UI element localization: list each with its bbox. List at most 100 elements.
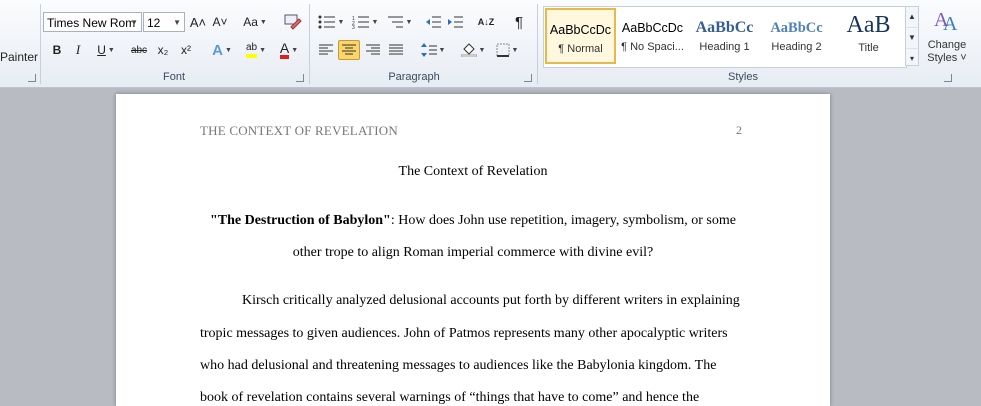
- svg-text:A: A: [943, 13, 958, 34]
- font-name-combo[interactable]: Times New Rom ▼: [43, 12, 142, 32]
- page-number: 2: [736, 123, 742, 137]
- clear-formatting-icon: [284, 14, 302, 30]
- font-size-combo[interactable]: 12 ▼: [143, 12, 185, 32]
- grow-font-button[interactable]: A˄: [188, 12, 208, 32]
- change-styles-icon: A A: [934, 9, 958, 35]
- chevron-down-icon: ▼: [371, 18, 379, 26]
- line-spacing-button[interactable]: ▼: [418, 40, 448, 60]
- gallery-up-button[interactable]: ▲: [906, 7, 918, 28]
- borders-button[interactable]: ▼: [492, 40, 522, 60]
- running-head: THE CONTEXT OF REVELATION: [200, 123, 398, 138]
- sort-button[interactable]: A↓Z: [475, 12, 497, 32]
- style-heading-1[interactable]: AaBbCс Heading 1: [689, 8, 760, 64]
- align-right-button[interactable]: [363, 40, 383, 60]
- font-color-label: A: [279, 41, 290, 59]
- body-line: book of revelation contains several warn…: [200, 390, 700, 405]
- align-left-button[interactable]: [316, 40, 336, 60]
- change-styles-button[interactable]: A A Change Styles ˅: [922, 6, 972, 68]
- style-preview: AaBbCcDc: [621, 21, 684, 35]
- chevron-down-icon: ▼: [438, 46, 446, 54]
- chevron-down-icon: ▼: [478, 46, 486, 54]
- highlight-label: ab: [245, 42, 258, 58]
- clipboard-dialog-launcher[interactable]: [28, 74, 36, 82]
- body-line: tropic messages to given audiences. John…: [200, 326, 728, 341]
- chevron-down-icon: ▼: [405, 18, 413, 26]
- change-styles-label-1: Change: [927, 39, 967, 51]
- style-preview: AaBbCcDc: [549, 23, 612, 37]
- decrease-indent-button[interactable]: [424, 12, 442, 32]
- strikethrough-button[interactable]: abc: [128, 40, 150, 60]
- align-left-icon: [319, 44, 333, 55]
- style-name: Heading 2: [771, 41, 822, 53]
- justify-icon: [389, 44, 403, 55]
- body-line: Kirsch critically analyzed delusional ac…: [242, 293, 740, 308]
- decrease-indent-icon: [426, 16, 441, 28]
- style-preview: AaBbCс: [695, 19, 754, 36]
- bullet-list-icon: [318, 15, 335, 29]
- multilevel-list-button[interactable]: ▼: [384, 12, 414, 32]
- style-name: ¶ No Spaci...: [621, 41, 684, 53]
- style-name: ¶ Normal: [558, 43, 603, 55]
- italic-button[interactable]: I: [69, 40, 87, 60]
- font-dialog-launcher[interactable]: [296, 74, 304, 82]
- shading-button[interactable]: ▼: [458, 40, 488, 60]
- paint-bucket-icon: [460, 43, 477, 57]
- gallery-down-button[interactable]: ▼: [906, 28, 918, 49]
- question-line-1: "The Destruction of Babylon": How does J…: [116, 213, 830, 229]
- show-formatting-button[interactable]: ¶: [510, 12, 528, 32]
- style-preview: AaBbCc: [770, 20, 823, 36]
- subscript-button[interactable]: x₂: [153, 40, 173, 60]
- chevron-down-icon: ▼: [173, 18, 181, 27]
- font-size-value: 12: [147, 16, 161, 30]
- superscript-button[interactable]: x²: [176, 40, 196, 60]
- gallery-scroll: ▲ ▼ ▾: [905, 6, 919, 66]
- chevron-down-icon: ▼: [259, 18, 267, 26]
- bullets-button[interactable]: ▼: [316, 12, 346, 32]
- text-effects-label: A: [212, 41, 223, 59]
- style-heading-2[interactable]: AaBbCc Heading 2: [761, 8, 832, 64]
- document-page[interactable]: THE CONTEXT OF REVELATION 2 The Context …: [116, 94, 830, 406]
- ribbon: Painter Times New Rom ▼ 12 ▼ A˄ A˅ Aa ▼ B…: [0, 0, 981, 88]
- align-center-button[interactable]: [338, 40, 360, 60]
- style-normal[interactable]: AaBbCcDc ¶ Normal: [545, 8, 616, 64]
- multilevel-list-icon: [387, 16, 403, 28]
- style-preview: AaB: [846, 12, 891, 38]
- styles-group-label: Styles: [728, 71, 758, 83]
- clear-formatting-button[interactable]: [282, 12, 304, 32]
- font-name-value: Times New Rom: [47, 16, 136, 30]
- change-case-label: Aa: [243, 15, 258, 29]
- font-color-button[interactable]: A ▼: [275, 40, 303, 60]
- shrink-font-button[interactable]: A˅: [210, 12, 230, 32]
- increase-indent-icon: [448, 16, 463, 28]
- style-name: Title: [858, 42, 879, 54]
- numbered-list-icon: 123: [352, 16, 369, 29]
- underline-label: U: [97, 43, 106, 57]
- style-name: Heading 1: [699, 41, 750, 53]
- increase-indent-button[interactable]: [446, 12, 464, 32]
- font-group-label: Font: [162, 71, 185, 83]
- paragraph-dialog-launcher[interactable]: [524, 74, 532, 82]
- chevron-down-icon: ▼: [511, 46, 519, 54]
- highlight-color-button[interactable]: ab ▼: [240, 40, 272, 60]
- bold-button[interactable]: B: [48, 40, 66, 60]
- format-painter-button[interactable]: Painter: [0, 50, 38, 64]
- text-effects-button[interactable]: A ▼: [208, 40, 236, 60]
- justify-button[interactable]: [386, 40, 406, 60]
- question-text: : How does John use repetition, imagery,…: [390, 213, 736, 228]
- style-no-spacing[interactable]: AaBbCcDc ¶ No Spaci...: [617, 8, 688, 64]
- gallery-more-button[interactable]: ▾: [906, 49, 918, 69]
- styles-dialog-launcher[interactable]: [944, 74, 952, 82]
- body-line: who had delusional and threatening messa…: [200, 358, 717, 373]
- chevron-down-icon: ▼: [291, 46, 299, 54]
- align-right-icon: [366, 44, 380, 55]
- underline-button[interactable]: U ▼: [92, 40, 120, 60]
- align-center-icon: [342, 44, 356, 55]
- numbering-button[interactable]: 1 2 3 ▼: [350, 12, 380, 32]
- svg-text:3: 3: [352, 25, 355, 29]
- chevron-down-icon: ▼: [107, 46, 115, 54]
- style-title[interactable]: AaB Title: [833, 8, 904, 64]
- change-styles-label-2: Styles ˅: [927, 52, 967, 64]
- chevron-down-icon: ▼: [130, 18, 138, 27]
- change-case-button[interactable]: Aa ▼: [240, 12, 270, 32]
- question-title: "The Destruction of Babylon": [209, 213, 391, 228]
